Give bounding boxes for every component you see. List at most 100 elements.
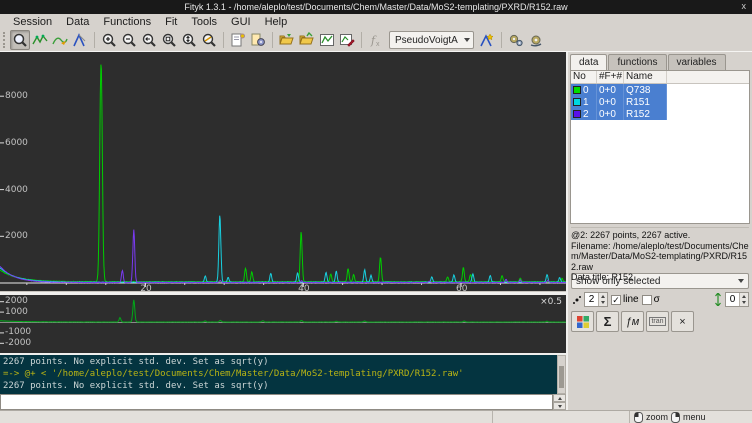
vertical-zoom-button[interactable] (179, 30, 199, 50)
data-editor-button[interactable] (337, 30, 357, 50)
show-mode-dropdown[interactable]: show only selected (571, 273, 749, 289)
history-down-button[interactable] (553, 402, 566, 410)
sum-button[interactable]: Σ (596, 311, 619, 332)
magnifier-all-icon (201, 32, 217, 48)
cell-functions: 0+0 (597, 108, 624, 120)
status-section-info (493, 411, 630, 423)
transform-button[interactable]: tran (646, 311, 669, 332)
console-scrollbar[interactable] (557, 355, 566, 394)
cell-functions: 0+0 (597, 84, 624, 96)
tab-variables[interactable]: variables (668, 54, 726, 70)
cell-name: R152 (624, 108, 667, 120)
axis-tick-label: 6000 (5, 139, 28, 148)
col-header-name[interactable]: Name (624, 71, 667, 83)
point-size-icon (571, 294, 581, 306)
data-range-mode-button[interactable] (30, 30, 50, 50)
gears-icon (508, 32, 524, 48)
plot-canvas (0, 295, 566, 353)
background-curve-icon (52, 32, 68, 48)
magnifier-minus-icon (121, 32, 137, 48)
spin-down-button[interactable] (740, 300, 748, 307)
menu-gui[interactable]: GUI (224, 15, 258, 29)
line-checkbox[interactable]: ✓ line (611, 294, 639, 305)
dataset-color-swatch (573, 110, 581, 118)
menu-tools[interactable]: Tools (184, 15, 224, 29)
dataset-list: No #F+# Name 00+0Q73810+0R15120+0R152 (570, 70, 750, 224)
colors-button[interactable] (571, 311, 594, 332)
toolbar-separator (501, 32, 502, 48)
auxiliary-plot[interactable]: ×0.5 20001000-1000-2000 (0, 295, 566, 353)
sigma-checkbox-label: σ (654, 294, 660, 305)
triangle-down-icon (742, 301, 746, 304)
menu-session[interactable]: Session (6, 15, 59, 29)
col-header-no[interactable]: No (571, 71, 597, 83)
zoom-all-button[interactable] (199, 30, 219, 50)
checkbox-unchecked-icon (642, 295, 652, 305)
open-session-button[interactable] (277, 30, 297, 50)
run-fit-button[interactable] (506, 30, 526, 50)
cell-no: 0 (571, 84, 597, 96)
point-size-spinner[interactable]: 2 (584, 292, 608, 307)
command-input[interactable] (0, 394, 553, 410)
dataset-row-R152[interactable]: 20+0R152 (571, 108, 667, 120)
console-scrollbar-thumb[interactable] (559, 366, 564, 388)
defined-functions-button[interactable]: fx (366, 30, 386, 50)
main-plot[interactable]: 2040602000400060008000 (0, 52, 566, 291)
execute-script-button[interactable] (248, 30, 268, 50)
tab-data[interactable]: data (570, 54, 607, 70)
undo-fit-button[interactable] (526, 30, 546, 50)
cell-functions: 0+0 (597, 96, 624, 108)
peak-star-icon (479, 32, 495, 48)
shift-spinner[interactable]: 0 (725, 292, 749, 307)
triangle-up-icon (601, 295, 605, 298)
menu-bar: SessionDataFunctionsFitToolsGUIHelp (0, 14, 752, 29)
data-curve (0, 230, 566, 283)
point-size-value: 2 (585, 294, 598, 305)
checkbox-checked-icon: ✓ (611, 295, 621, 305)
zoom-out-button[interactable] (119, 30, 139, 50)
history-up-button[interactable] (553, 394, 566, 402)
tran-icon: tran (649, 317, 665, 326)
spin-down-button[interactable] (599, 300, 607, 307)
dataset-row-R151[interactable]: 10+0R151 (571, 96, 667, 108)
status-bar: zoom menu (0, 410, 752, 423)
delete-dataset-button[interactable]: × (671, 311, 694, 332)
auto-add-peak-button[interactable] (477, 30, 497, 50)
menu-data[interactable]: Data (59, 15, 96, 29)
triangle-down-icon (558, 405, 562, 408)
zoom-100-button[interactable] (159, 30, 179, 50)
script-editor-button[interactable] (228, 30, 248, 50)
magnifier-reset-icon (161, 32, 177, 48)
sigma-checkbox[interactable]: σ (642, 294, 660, 305)
output-console: 2267 points. No explicit std. dev. Set a… (0, 355, 557, 394)
axis-tick-label: -1000 (5, 328, 31, 337)
magnifier-plus-icon (101, 32, 117, 48)
save-image-button[interactable] (317, 30, 337, 50)
function-type-value: PseudoVoigtA (395, 35, 458, 46)
menu-functions[interactable]: Functions (96, 15, 158, 29)
close-button[interactable]: x (742, 1, 747, 11)
toolbar-drag-handle[interactable] (3, 32, 7, 48)
open-data-button[interactable] (297, 30, 317, 50)
tab-functions[interactable]: functions (608, 54, 666, 70)
chart-edit-icon (339, 32, 355, 48)
status-section-mouse: zoom menu (630, 411, 752, 423)
dataset-list-header: No #F+# Name (571, 71, 749, 84)
col-header-functions[interactable]: #F+# (597, 71, 624, 83)
console-line-output: 2267 points. No explicit std. dev. Set a… (3, 356, 554, 368)
menu-fit[interactable]: Fit (158, 15, 184, 29)
display-controls: 2 ✓ line σ 0 (571, 291, 749, 308)
close-icon: × (679, 316, 685, 328)
fm-icon: ƒᴍ (626, 316, 640, 328)
chevron-down-icon (464, 38, 470, 42)
function-type-dropdown[interactable]: PseudoVoigtA (389, 31, 474, 49)
zoom-mode-button[interactable] (10, 30, 30, 50)
previous-zoom-button[interactable] (139, 30, 159, 50)
zoom-in-button[interactable] (99, 30, 119, 50)
add-peak-mode-button[interactable] (70, 30, 90, 50)
background-mode-button[interactable] (50, 30, 70, 50)
color-grid-icon (576, 315, 590, 329)
menu-help[interactable]: Help (258, 15, 295, 29)
dataset-row-Q738[interactable]: 00+0Q738 (571, 84, 667, 96)
function-view-button[interactable]: ƒᴍ (621, 311, 644, 332)
